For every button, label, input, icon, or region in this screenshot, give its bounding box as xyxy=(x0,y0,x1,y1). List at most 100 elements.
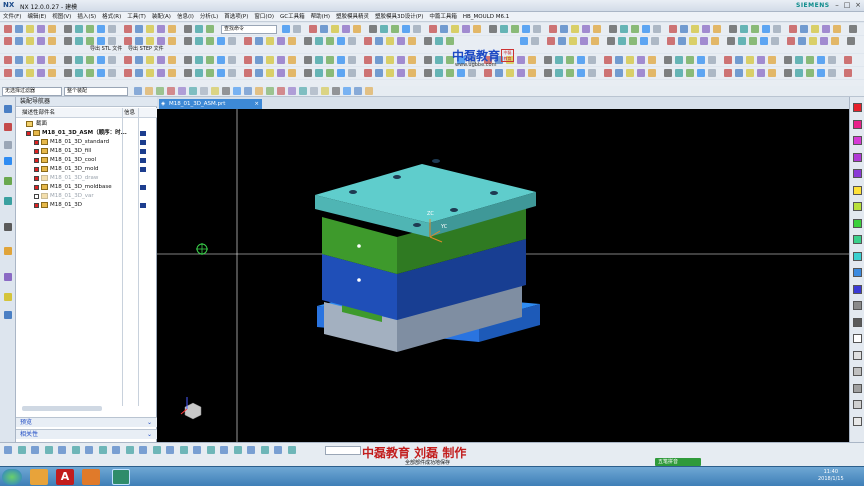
maximize-button[interactable]: □ xyxy=(842,1,852,10)
snap-tool-icon[interactable] xyxy=(321,87,329,95)
tree-row[interactable]: M18_01_3D_standard xyxy=(16,138,157,147)
toolbar-tool-icon[interactable] xyxy=(844,56,852,64)
toolbar-tool-icon[interactable] xyxy=(228,37,236,45)
toolbar-tool-icon[interactable] xyxy=(195,25,203,33)
toolbar-tool-icon[interactable] xyxy=(48,25,56,33)
toolbar-tool-icon[interactable] xyxy=(629,37,637,45)
toolbar-tool-icon[interactable] xyxy=(124,25,132,33)
toolbar-tool-icon[interactable] xyxy=(37,56,45,64)
toolbar-tool-icon[interactable] xyxy=(713,25,721,33)
toolbar-tool-icon[interactable] xyxy=(424,56,432,64)
color-swatch[interactable] xyxy=(853,103,862,112)
toolbar-tool-icon[interactable] xyxy=(364,56,372,64)
snap-tool-icon[interactable] xyxy=(266,87,274,95)
toolbar-tool-icon[interactable] xyxy=(146,25,154,33)
color-swatch[interactable] xyxy=(853,350,862,360)
toolbar-tool-icon[interactable] xyxy=(847,37,855,45)
toolbar-tool-icon[interactable] xyxy=(168,56,176,64)
resource-tab-icon[interactable] xyxy=(4,273,12,281)
toolbar-tool-icon[interactable] xyxy=(784,56,792,64)
menu-item[interactable]: 信息(I) xyxy=(174,12,197,22)
column-name-header[interactable]: 描述性部件名 xyxy=(22,108,55,118)
toolbar-tool-icon[interactable] xyxy=(124,56,132,64)
system-clock[interactable]: 11:40 2018/1/15 xyxy=(818,469,844,483)
quick-tool-icon[interactable] xyxy=(166,446,174,454)
resource-tab-icon[interactable] xyxy=(4,223,12,231)
snap-tool-icon[interactable] xyxy=(211,87,219,95)
toolbar-tool-icon[interactable] xyxy=(326,69,334,77)
toolbar-tool-icon[interactable] xyxy=(348,56,356,64)
toolbar-tool-icon[interactable] xyxy=(26,56,34,64)
menu-item[interactable]: 窗口(O) xyxy=(251,12,277,22)
toolbar-tool-icon[interactable] xyxy=(520,37,528,45)
toolbar-tool-icon[interactable] xyxy=(337,69,345,77)
toolbar-tool-icon[interactable] xyxy=(691,25,699,33)
command-search-input[interactable]: 查找命令 xyxy=(221,25,277,34)
toolbar-tool-icon[interactable] xyxy=(667,37,675,45)
color-swatch[interactable] xyxy=(853,235,862,244)
toolbar-tool-icon[interactable] xyxy=(582,25,590,33)
visibility-checkbox[interactable] xyxy=(34,194,39,199)
toolbar-tool-icon[interactable] xyxy=(489,25,497,33)
toolbar-tool-icon[interactable] xyxy=(380,25,388,33)
toolbar-tool-icon[interactable] xyxy=(64,69,72,77)
resource-tab-icon[interactable] xyxy=(4,247,12,255)
color-swatch[interactable] xyxy=(853,383,862,393)
toolbar-tool-icon[interactable] xyxy=(760,37,768,45)
toolbar-tool-icon[interactable] xyxy=(640,37,648,45)
color-swatch[interactable] xyxy=(853,202,862,211)
toolbar-tool-icon[interactable] xyxy=(544,56,552,64)
toolbar-tool-icon[interactable] xyxy=(440,25,448,33)
toolbar-tool-icon[interactable] xyxy=(26,69,34,77)
color-swatch[interactable] xyxy=(853,218,862,228)
toolbar-tool-icon[interactable] xyxy=(533,25,541,33)
toolbar-tool-icon[interactable] xyxy=(315,56,323,64)
toolbar-tool-icon[interactable] xyxy=(795,69,803,77)
color-swatch[interactable] xyxy=(853,251,862,261)
toolbar-tool-icon[interactable] xyxy=(75,37,83,45)
snap-tool-icon[interactable] xyxy=(167,87,175,95)
tree-row[interactable]: M18_01_3D_var xyxy=(16,192,157,201)
toolbar-tool-icon[interactable] xyxy=(446,69,454,77)
toolbar-tool-icon[interactable] xyxy=(157,69,165,77)
tree-row[interactable]: M18_01_3D_cool xyxy=(16,156,157,165)
toolbar-tool-icon[interactable] xyxy=(653,25,661,33)
color-swatch[interactable] xyxy=(853,416,862,426)
color-swatch[interactable] xyxy=(853,284,862,294)
toolbar-tool-icon[interactable] xyxy=(558,37,566,45)
menu-item[interactable]: 中篇工具箱 xyxy=(426,12,460,22)
quick-tool-icon[interactable] xyxy=(287,446,296,454)
toolbar-tool-icon[interactable] xyxy=(817,56,825,64)
toolbar-tool-icon[interactable] xyxy=(353,25,361,33)
toolbar-tool-icon[interactable] xyxy=(369,25,377,33)
color-swatch[interactable] xyxy=(853,136,862,145)
toolbar-tool-icon[interactable] xyxy=(97,69,105,77)
quick-tool-icon[interactable] xyxy=(98,446,107,454)
visibility-checkbox[interactable] xyxy=(34,149,39,154)
toolbar-tool-icon[interactable] xyxy=(555,69,563,77)
visibility-checkbox[interactable] xyxy=(34,176,39,181)
toolbar-tool-icon[interactable] xyxy=(615,56,623,64)
folder-app-icon[interactable] xyxy=(30,469,48,485)
visibility-checkbox[interactable] xyxy=(26,131,31,136)
toolbar-tool-icon[interactable] xyxy=(135,25,143,33)
toolbar-tool-icon[interactable] xyxy=(795,56,803,64)
toolbar-tool-icon[interactable] xyxy=(408,37,416,45)
toolbar-tool-icon[interactable] xyxy=(277,37,285,45)
toolbar-tool-icon[interactable] xyxy=(789,25,797,33)
snap-tool-icon[interactable] xyxy=(134,87,142,95)
visibility-checkbox[interactable] xyxy=(34,158,39,163)
toolbar-tool-icon[interactable] xyxy=(108,69,116,77)
toolbar-tool-icon[interactable] xyxy=(648,69,656,77)
toolbar-tool-icon[interactable] xyxy=(184,25,192,33)
toolbar-tool-icon[interactable] xyxy=(86,37,94,45)
toolbar-tool-icon[interactable] xyxy=(591,37,599,45)
toolbar-tool-icon[interactable] xyxy=(828,69,836,77)
toolbar-tool-icon[interactable] xyxy=(528,69,536,77)
toolbar-tool-icon[interactable] xyxy=(386,56,394,64)
toolbar-tool-icon[interactable] xyxy=(828,56,836,64)
snap-tool-icon[interactable] xyxy=(310,87,318,95)
toolbar-tool-icon[interactable] xyxy=(593,25,601,33)
toolbar-tool-icon[interactable] xyxy=(37,69,45,77)
toolbar-tool-icon[interactable] xyxy=(255,56,263,64)
